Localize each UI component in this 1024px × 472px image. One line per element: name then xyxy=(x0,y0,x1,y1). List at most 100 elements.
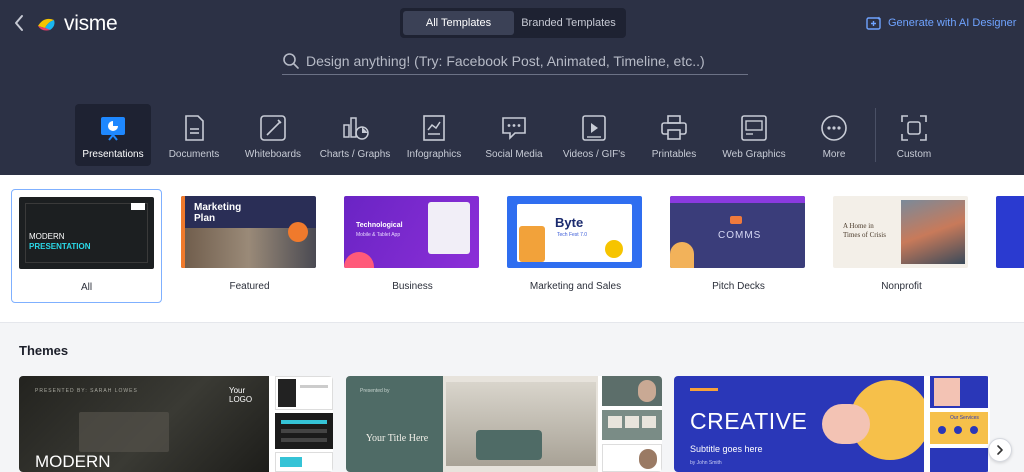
theme-mini-slide xyxy=(275,413,333,449)
category-label: Presentations xyxy=(82,149,144,160)
category-label: Whiteboards xyxy=(244,149,302,160)
subcategory-partial[interactable] xyxy=(989,189,1024,303)
top-header: visme All Templates Branded Templates Ge… xyxy=(0,0,1024,175)
category-label: Printables xyxy=(651,149,697,160)
thumbnail: A Home in Times of Crisis xyxy=(833,196,968,268)
more-icon xyxy=(821,115,847,141)
category-whiteboards[interactable]: Whiteboards xyxy=(238,104,308,166)
generate-ai-label: Generate with AI Designer xyxy=(888,17,1017,29)
theme-mini-slide xyxy=(930,448,988,472)
theme-mini-slide xyxy=(275,452,333,472)
thumb-text: MODERN xyxy=(29,232,65,241)
visme-logo[interactable]: visme xyxy=(36,12,118,36)
theme-card-title[interactable]: Presented by Your Title Here xyxy=(346,376,662,472)
search-bar xyxy=(282,48,748,75)
thumbnail: Technological Mobile & Tablet App xyxy=(344,196,479,268)
theme-subtext: Subtitle goes here xyxy=(690,444,763,454)
theme-mini-slide: Our Services xyxy=(930,412,988,444)
subcategory-nonprofit[interactable]: A Home in Times of Crisis Nonprofit xyxy=(826,189,977,303)
tab-branded-templates[interactable]: Branded Templates xyxy=(514,11,623,35)
category-social-media[interactable]: Social Media xyxy=(479,104,549,166)
chevron-right-icon xyxy=(997,445,1003,455)
printer-icon xyxy=(661,115,687,140)
subcategory-all[interactable]: MODERN PRESENTATION All xyxy=(11,189,162,303)
category-label: Charts / Graphs xyxy=(319,149,391,160)
custom-size-icon xyxy=(901,115,927,141)
thumb-text: A Home in xyxy=(843,222,874,230)
theme-title: MODERN xyxy=(35,452,111,471)
theme-mini-slide xyxy=(602,410,662,440)
subcategory-marketing-sales[interactable]: Byte Tech Fest 7.0 Marketing and Sales xyxy=(500,189,651,303)
tab-all-templates[interactable]: All Templates xyxy=(403,11,514,35)
thumb-text: Tech Fest 7.0 xyxy=(557,232,588,238)
ai-designer-icon xyxy=(866,16,881,30)
category-divider xyxy=(875,108,876,162)
search-icon xyxy=(283,53,299,69)
theme-mini-slide xyxy=(275,376,333,410)
subcategory-strip: MODERN PRESENTATION All Marketing Plan F… xyxy=(0,175,1024,323)
theme-main-slide: PRESENTED BY: SARAH LOWES Your LOGO MODE… xyxy=(19,376,269,472)
category-label: Social Media xyxy=(485,149,543,160)
category-label: Infographics xyxy=(406,149,462,160)
video-icon xyxy=(582,115,606,141)
back-arrow-icon[interactable] xyxy=(12,12,28,34)
thumb-text: Mobile & Tablet App xyxy=(356,232,401,238)
theme-byline: by John Smith xyxy=(690,460,722,466)
web-graphics-icon xyxy=(741,115,767,141)
document-icon xyxy=(185,115,204,141)
category-label: More xyxy=(822,149,846,160)
subcategory-label: Featured xyxy=(229,281,270,292)
subcategory-label: Pitch Decks xyxy=(712,281,765,292)
thumbnail: Marketing Plan xyxy=(181,196,316,268)
category-web-graphics[interactable]: Web Graphics xyxy=(719,104,789,166)
category-infographics[interactable]: Infographics xyxy=(399,104,469,166)
generate-ai-button[interactable]: Generate with AI Designer xyxy=(866,16,1016,30)
subcategory-featured[interactable]: Marketing Plan Featured xyxy=(174,189,325,303)
category-presentations[interactable]: Presentations xyxy=(75,104,151,166)
subcategory-label: Marketing and Sales xyxy=(529,281,622,292)
theme-subtext: PRESENTED BY: SARAH LOWES xyxy=(35,388,138,394)
thumb-text: PRESENTATION xyxy=(29,242,91,251)
subcategory-label: Nonprofit xyxy=(881,281,922,292)
logo-text: visme xyxy=(64,12,118,35)
theme-mini-slide xyxy=(930,376,988,408)
category-custom[interactable]: Custom xyxy=(879,104,949,166)
category-label: Videos / GIF's xyxy=(562,149,626,160)
category-charts[interactable]: Charts / Graphs xyxy=(317,104,393,166)
theme-main-slide: CREATIVE Subtitle goes here by John Smit… xyxy=(674,376,924,472)
themes-next-button[interactable] xyxy=(988,438,1012,462)
thumbnail xyxy=(996,196,1024,268)
themes-heading: Themes xyxy=(19,343,69,358)
presentation-icon xyxy=(101,117,125,141)
thumb-text: Technological xyxy=(356,222,403,229)
category-more[interactable]: More xyxy=(799,104,869,166)
thumb-text: Plan xyxy=(194,213,216,224)
subcategory-pitch-decks[interactable]: COMMS Pitch Decks xyxy=(663,189,814,303)
theme-mini-text: Our Services xyxy=(950,415,979,421)
thumb-text: COMMS xyxy=(718,230,762,241)
theme-card-modern[interactable]: PRESENTED BY: SARAH LOWES Your LOGO MODE… xyxy=(19,376,333,472)
subcategory-label: Business xyxy=(392,281,433,292)
theme-mini-slide xyxy=(602,444,662,472)
category-videos[interactable]: Videos / GIF's xyxy=(559,104,629,166)
thumbnail: MODERN PRESENTATION xyxy=(19,197,154,269)
theme-card-creative[interactable]: CREATIVE Subtitle goes here by John Smit… xyxy=(674,376,990,472)
category-label: Web Graphics xyxy=(722,149,786,160)
category-documents[interactable]: Documents xyxy=(159,104,229,166)
theme-mini-slide xyxy=(602,376,662,406)
search-input[interactable] xyxy=(306,53,736,69)
category-printables[interactable]: Printables xyxy=(639,104,709,166)
subcategory-business[interactable]: Technological Mobile & Tablet App Busine… xyxy=(337,189,488,303)
template-type-switcher: All Templates Branded Templates xyxy=(400,8,626,38)
whiteboard-icon xyxy=(260,115,286,141)
category-label: Custom xyxy=(896,149,932,160)
thumb-text: Times of Crisis xyxy=(843,231,886,239)
theme-title: CREATIVE xyxy=(690,408,808,434)
theme-logo: Your LOGO xyxy=(229,386,253,404)
thumbnail: Byte Tech Fest 7.0 xyxy=(507,196,642,268)
theme-main-slide: Presented by Your Title Here xyxy=(346,376,598,472)
thumb-text: Byte xyxy=(555,215,584,230)
thumb-text: Marketing xyxy=(194,202,242,213)
subcategory-label: All xyxy=(80,282,93,293)
theme-title: Your Title Here xyxy=(365,433,429,444)
